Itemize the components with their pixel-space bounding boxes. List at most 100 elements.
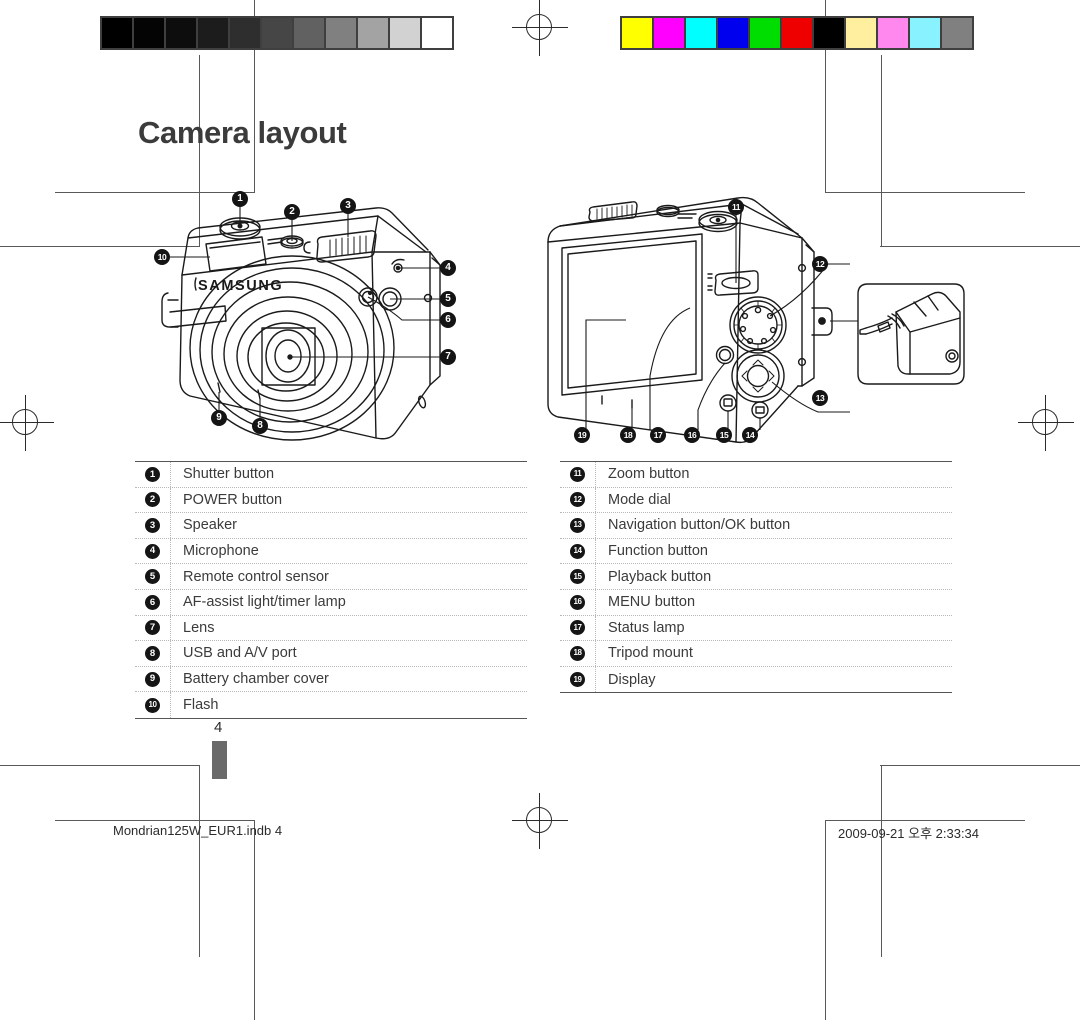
gray-swatch-5: [230, 18, 260, 48]
legend-label-4: Microphone: [183, 543, 259, 560]
callout-rear-15: 15: [716, 427, 732, 443]
legend-label-10: Flash: [183, 697, 219, 714]
color-swatch-2: [654, 18, 684, 48]
legend-label-6: AF-assist light/timer lamp: [183, 594, 346, 611]
legend-number-badge-17: 17: [570, 620, 585, 636]
legend-row: 4 Microphone: [135, 538, 527, 565]
callout-rear-17: 17: [650, 427, 666, 443]
registration-target-right: [1018, 395, 1074, 451]
camera-rear-view: 11 12 13 14 15 16 17 18 19: [540, 190, 970, 450]
legend-number-cell: 18: [560, 641, 596, 666]
callout-front-5: 5: [440, 291, 456, 307]
legend-number-badge-19: 19: [570, 672, 585, 688]
color-swatch-10: [910, 18, 940, 48]
legend-row: 18 Tripod mount: [560, 641, 952, 667]
footer-timestamp: 2009-09-21 오후 2:33:34: [838, 826, 980, 841]
legend-number-badge-16: 16: [570, 594, 585, 610]
callout-front-7: 7: [440, 349, 456, 365]
legend-row: 6 AF-assist light/timer lamp: [135, 589, 527, 616]
registration-target-top: [512, 0, 568, 56]
legend-number-badge-14: 14: [570, 543, 585, 559]
crop-mark-bottom-right-outer-v: [881, 765, 882, 957]
legend-label-16: MENU button: [608, 594, 696, 611]
legend-number-badge-18: 18: [570, 645, 585, 661]
crop-mark-bottom-right-outer-h: [880, 765, 1080, 766]
gray-swatch-10: [390, 18, 420, 48]
callout-front-9: 9: [211, 410, 227, 426]
legend-label-11: Zoom button: [608, 466, 690, 483]
registration-vline: [25, 395, 26, 451]
legend-number-cell: 15: [560, 564, 596, 589]
legend-number-cell: 8: [135, 641, 171, 666]
legend-number-cell: 13: [560, 513, 596, 538]
legend-number-badge-6: 6: [145, 594, 160, 610]
legend-number-badge-4: 4: [145, 543, 160, 559]
legend-row: 15 Playback button: [560, 564, 952, 590]
footer-filename: Mondrian125W_EUR1.indb 4: [113, 823, 283, 838]
legend-row: 13 Navigation button/OK button: [560, 513, 952, 539]
camera-rear-illustration: [547, 196, 965, 444]
legend-label-18: Tripod mount: [608, 645, 693, 662]
legend-number-cell: 16: [560, 589, 596, 615]
crop-mark-bottom-right-inner-h: [825, 820, 1025, 821]
legend-label-19: Display: [608, 671, 656, 688]
legend-row: 10 Flash: [135, 692, 527, 718]
gray-swatch-4: [198, 18, 228, 48]
legend-number-badge-10: 10: [145, 697, 160, 713]
legend-row: 16 MENU button: [560, 589, 952, 616]
callout-front-4: 4: [440, 260, 456, 276]
legend-row: 19 Display: [560, 666, 952, 693]
legend-row: 14 Function button: [560, 538, 952, 565]
legend-number-cell: 6: [135, 589, 171, 615]
legend-label-2: POWER button: [183, 491, 283, 508]
legend-row: 7 Lens: [135, 615, 527, 642]
legend-number-cell: 9: [135, 666, 171, 692]
legend-number-badge-8: 8: [145, 645, 160, 661]
legend-number-cell: 1: [135, 462, 171, 487]
callout-front-8: 8: [252, 418, 268, 434]
registration-hline: [1018, 422, 1074, 423]
callout-rear-13: 13: [812, 390, 828, 406]
gray-swatch-3: [166, 18, 196, 48]
legend-label-9: Battery chamber cover: [183, 671, 329, 688]
callout-rear-14: 14: [742, 427, 758, 443]
callout-front-10: 10: [154, 249, 170, 265]
legend-label-1: Shutter button: [183, 466, 275, 483]
registration-hline: [0, 422, 54, 423]
legend-row: 17 Status lamp: [560, 615, 952, 642]
legend-number-badge-2: 2: [145, 492, 160, 508]
legend-number-cell: 12: [560, 487, 596, 513]
color-swatch-11: [942, 18, 972, 48]
callout-rear-11: 11: [728, 199, 744, 215]
color-calibration-bar: [620, 16, 974, 50]
legend-table-rear: 11 Zoom button 12 Mode dial 13 Navigation but…: [560, 461, 952, 694]
gray-swatch-7: [294, 18, 324, 48]
page-number: 4: [214, 719, 223, 736]
legend-number-badge-3: 3: [145, 517, 160, 533]
grayscale-calibration-bar: [100, 16, 454, 50]
color-swatch-6: [782, 18, 812, 48]
camera-front-view: SAMSUNG 1 2 3 4 5 6 7 8 9 10: [140, 180, 480, 455]
legend-number-badge-9: 9: [145, 671, 160, 687]
legend-number-cell: 14: [560, 538, 596, 564]
legend-number-badge-12: 12: [570, 492, 585, 508]
legend-number-badge-11: 11: [570, 466, 585, 482]
registration-hline: [512, 27, 568, 28]
gray-swatch-2: [134, 18, 164, 48]
callout-front-2: 2: [284, 204, 300, 220]
legend-label-7: Lens: [183, 619, 215, 636]
legend-row: 9 Battery chamber cover: [135, 666, 527, 693]
legend-number-cell: 17: [560, 615, 596, 641]
registration-target-bottom: [512, 793, 568, 849]
page-title: Camera layout: [138, 115, 347, 150]
legend-number-cell: 7: [135, 615, 171, 641]
gray-swatch-9: [358, 18, 388, 48]
legend-row: 8 USB and A/V port: [135, 641, 527, 667]
crop-mark-bottom-left-outer-h: [0, 765, 200, 766]
color-swatch-3: [686, 18, 716, 48]
legend-number-badge-15: 15: [570, 569, 585, 585]
legend-label-5: Remote control sensor: [183, 568, 329, 585]
registration-vline: [539, 0, 540, 56]
legend-label-3: Speaker: [183, 517, 238, 534]
legend-number-badge-7: 7: [145, 620, 160, 636]
